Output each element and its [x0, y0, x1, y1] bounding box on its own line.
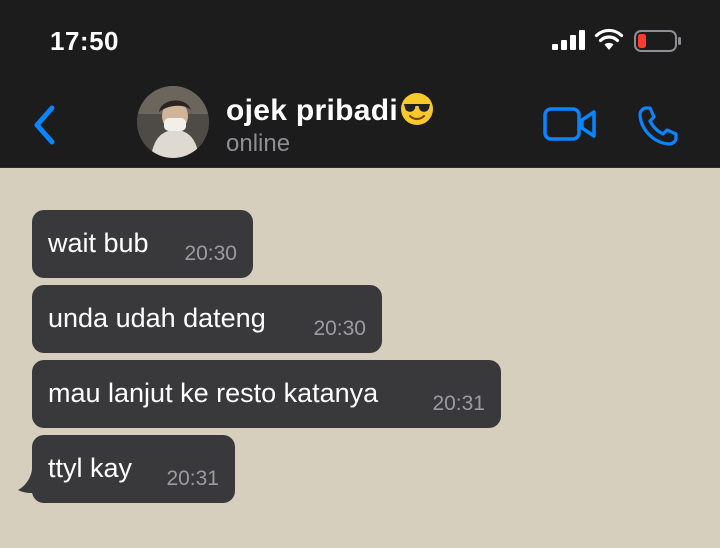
message-time: 20:30: [313, 317, 366, 340]
contact-name[interactable]: ojek pribadi: [226, 92, 434, 128]
contact-status: online: [226, 130, 291, 157]
video-call-icon[interactable]: [542, 104, 598, 144]
bubble-tail: [18, 468, 42, 493]
status-bar: 17:50: [0, 0, 720, 80]
message-text: ttyl kay: [48, 453, 133, 483]
message-text: wait bub: [48, 228, 149, 258]
wifi-icon: [594, 28, 624, 50]
battery-low-icon: [634, 30, 681, 52]
message-bubble[interactable]: mau lanjut ke resto katanya 20:31: [32, 360, 501, 428]
message-time: 20:31: [166, 467, 219, 490]
contact-name-text: ojek pribadi: [226, 94, 398, 127]
phone-icon[interactable]: [636, 104, 680, 148]
message-text: unda udah dateng: [48, 303, 266, 333]
message-bubble[interactable]: unda udah dateng 20:30: [32, 285, 382, 353]
message-bubble[interactable]: ttyl kay 20:31: [32, 435, 235, 503]
message-time: 20:31: [432, 392, 485, 415]
sunglasses-emoji-icon: [400, 93, 433, 125]
message-time: 20:30: [184, 242, 237, 265]
chat-area: wait bub 20:30 unda udah dateng 20:30 ma…: [0, 168, 720, 548]
message-text: mau lanjut ke resto katanya: [48, 378, 379, 408]
cellular-signal-icon: [552, 30, 588, 50]
back-chevron-icon[interactable]: [28, 102, 62, 148]
contact-avatar[interactable]: [137, 86, 209, 158]
status-time: 17:50: [50, 26, 119, 56]
message-bubble[interactable]: wait bub 20:30: [32, 210, 253, 278]
chat-header: ojek pribadi online: [0, 80, 720, 168]
